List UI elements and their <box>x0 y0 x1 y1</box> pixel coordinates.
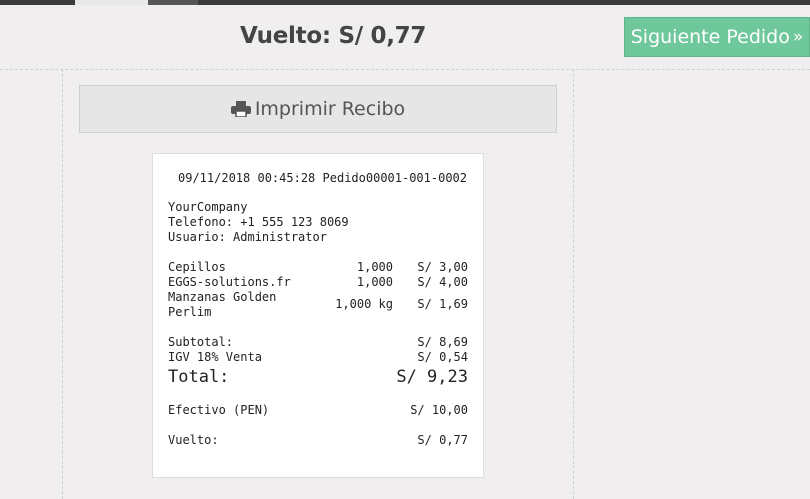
total-value: S/ 9,23 <box>396 367 468 387</box>
change-label: Vuelto: <box>168 433 219 447</box>
receipt-timestamp: 09/11/2018 00:45:28 <box>178 171 316 185</box>
line-item-qty: 1,000 kg <box>335 297 393 311</box>
print-receipt-label: Imprimir Recibo <box>254 98 406 120</box>
receipt-phone: Telefono: +1 555 123 8069 <box>168 215 349 229</box>
line-item-price: S/ 3,00 <box>417 260 468 274</box>
change-due-title: Vuelto: S/ 0,77 <box>240 23 427 49</box>
next-order-button[interactable]: Siguiente Pedido » <box>624 17 810 57</box>
receipt-user: Usuario: Administrator <box>168 230 327 244</box>
line-item-name: Cepillos <box>168 260 226 274</box>
tax-label: IGV 18% Venta <box>168 350 262 364</box>
line-item-qty: 1,000 <box>356 260 393 274</box>
print-receipt-button[interactable]: Imprimir Recibo <box>79 85 557 133</box>
payment-value: S/ 10,00 <box>410 403 468 417</box>
header: Vuelto: S/ 0,77 Siguiente Pedido » <box>0 5 810 69</box>
divider-left <box>62 69 63 499</box>
line-item-qty: 1,000 <box>356 275 393 289</box>
tax-value: S/ 0,54 <box>417 350 468 364</box>
subtotal-label: Subtotal: <box>168 335 234 349</box>
total-label: Total: <box>168 367 230 387</box>
divider-right <box>573 69 574 499</box>
next-order-label: Siguiente Pedido <box>630 26 790 48</box>
line-item-name-cont: Perlim <box>168 305 212 319</box>
receipt-header-line: 09/11/2018 00:45:28 Pedido00001-001-0002 <box>178 171 467 186</box>
line-item-price: S/ 4,00 <box>417 275 468 289</box>
printer-icon <box>230 101 251 117</box>
line-item-price: S/ 1,69 <box>417 297 468 311</box>
receipt-order-ref: Pedido00001-001-0002 <box>322 171 468 185</box>
subtotal-value: S/ 8,69 <box>417 335 468 349</box>
receipt-company: YourCompany <box>168 200 248 214</box>
double-chevron-right-icon: » <box>792 27 804 47</box>
change-value: S/ 0,77 <box>417 433 468 447</box>
receipt: 09/11/2018 00:45:28 Pedido00001-001-0002… <box>152 153 484 478</box>
payment-label: Efectivo (PEN) <box>168 403 270 417</box>
line-item-name: EGGS-solutions.fr <box>168 275 291 289</box>
line-item-name: Manzanas Golden <box>168 290 277 304</box>
divider-horizontal <box>0 69 810 70</box>
